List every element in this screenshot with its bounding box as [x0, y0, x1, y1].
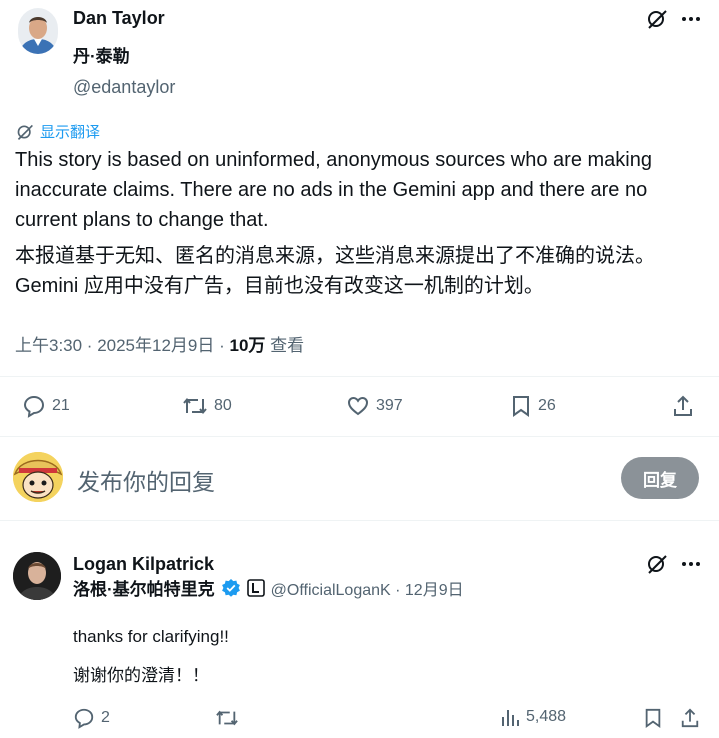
translate-button[interactable]: 显示翻译	[16, 121, 100, 142]
author-name[interactable]: Dan Taylor	[73, 8, 165, 29]
my-avatar[interactable]	[13, 452, 63, 502]
like-count: 397	[376, 397, 403, 414]
divider	[0, 376, 719, 377]
reply-text-cn: 谢谢你的澄清！！	[73, 666, 209, 685]
repost-icon	[182, 394, 208, 418]
views-button[interactable]: 5,488	[500, 707, 566, 727]
more-icon[interactable]	[681, 557, 701, 571]
reply-button[interactable]: 21	[22, 394, 70, 418]
bookmark-button[interactable]: 26	[510, 394, 556, 418]
reply-text-en: thanks for clarifying!!	[73, 627, 229, 646]
reply-reply-count: 2	[101, 709, 110, 726]
author-avatar[interactable]	[18, 8, 58, 54]
reply-author-name-translated: 洛根·基尔帕特里克	[73, 580, 215, 599]
tweet-text-en: This story is based on uninformed, anony…	[15, 149, 652, 231]
reply-reply-button[interactable]: 2	[73, 707, 110, 729]
affiliate-icon	[246, 578, 265, 597]
grok-icon[interactable]	[646, 8, 668, 30]
reply-count: 21	[52, 397, 70, 414]
repost-icon[interactable]	[215, 707, 239, 729]
tweet-text-cn: 本报道基于无知、匿名的消息来源，这些消息来源提出了不准确的说法。Gemini 应…	[15, 245, 655, 297]
like-button[interactable]: 397	[346, 394, 403, 418]
reply-author-name[interactable]: Logan Kilpatrick	[73, 554, 214, 575]
like-icon	[346, 394, 370, 418]
translate-icon	[16, 123, 34, 141]
views-icon	[500, 707, 520, 727]
divider	[0, 520, 719, 521]
verified-icon	[221, 578, 241, 598]
views-count: 10万	[229, 336, 266, 355]
reply-author-line: 洛根·基尔帕特里克 @OfficialLoganK · 12月9日	[73, 575, 464, 600]
repost-button[interactable]: 80	[182, 394, 232, 418]
bookmark-icon	[510, 394, 532, 418]
translate-label: 显示翻译	[40, 124, 101, 141]
reply-input[interactable]: 发布你的回复	[77, 463, 597, 497]
author-name-translated: 丹·泰勒	[73, 47, 130, 66]
tweet-timestamp: 上午3:30 · 2025年12月9日 · 10万 查看	[15, 331, 304, 356]
reply-submit-button[interactable]: 回复	[621, 457, 699, 499]
views-label: 查看	[265, 336, 305, 355]
reply-author-handle[interactable]: @OfficialLoganK · 12月9日	[271, 576, 464, 600]
bookmark-count: 26	[538, 397, 556, 414]
more-icon[interactable]	[681, 12, 701, 26]
timestamp-text[interactable]: 上午3:30 · 2025年12月9日 ·	[15, 336, 229, 355]
views-count: 5,488	[526, 708, 567, 725]
author-handle[interactable]: @edantaylor	[73, 77, 175, 98]
grok-icon[interactable]	[646, 553, 668, 575]
divider	[0, 436, 719, 437]
bookmark-icon[interactable]	[643, 707, 663, 729]
reply-author-avatar[interactable]	[13, 552, 61, 600]
share-icon[interactable]	[680, 707, 700, 729]
repost-count: 80	[214, 397, 232, 414]
reply-icon	[73, 707, 95, 729]
reply-icon	[22, 394, 46, 418]
share-icon[interactable]	[672, 394, 694, 418]
